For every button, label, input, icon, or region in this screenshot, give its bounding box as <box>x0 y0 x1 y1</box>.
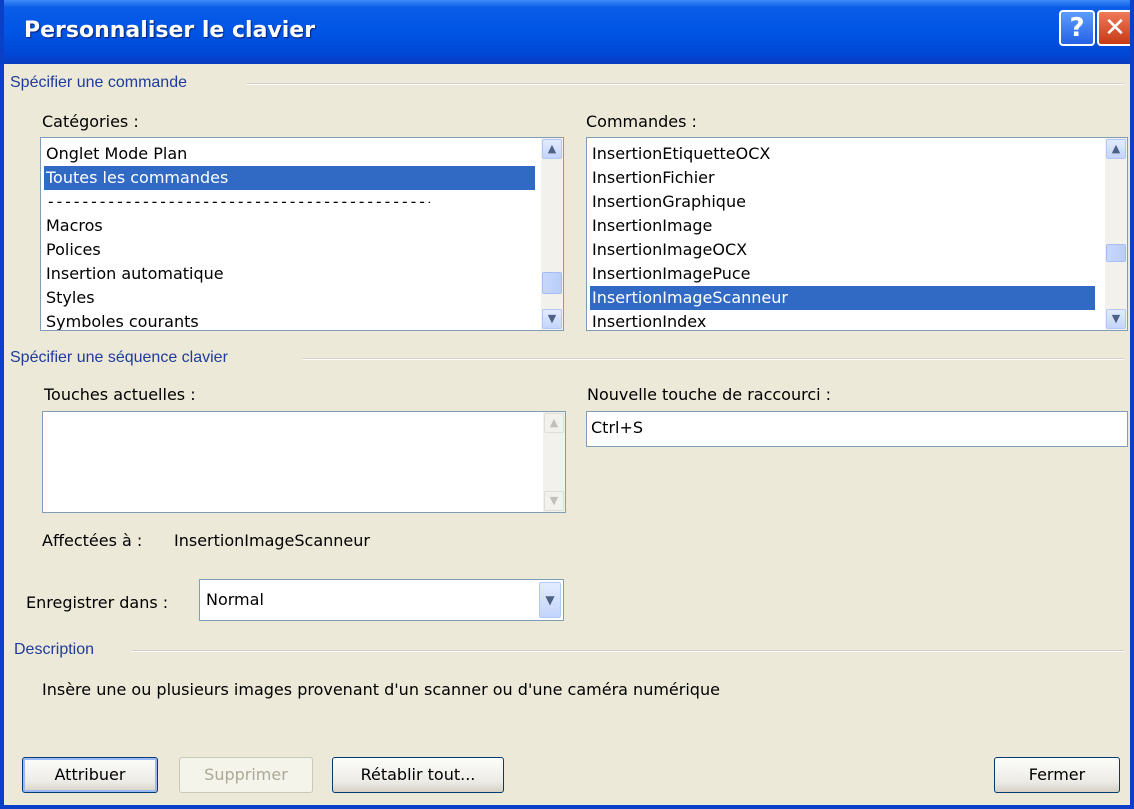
category-item[interactable]: Symboles courants <box>44 310 199 330</box>
scroll-down-icon[interactable]: ▼ <box>542 309 562 329</box>
category-item[interactable]: Insertion automatique <box>44 262 224 286</box>
command-item[interactable]: InsertionImage <box>590 214 712 238</box>
save-in-select[interactable]: Normal ▼ <box>199 579 564 621</box>
new-shortcut-input[interactable]: Ctrl+S <box>586 411 1128 447</box>
categories-label: Catégories : <box>42 112 139 131</box>
command-item-selected[interactable]: InsertionImageScanneur <box>590 286 1095 310</box>
scroll-thumb[interactable] <box>1106 244 1126 262</box>
key-section-heading: Spécifier une séquence clavier <box>10 349 228 366</box>
command-item[interactable]: InsertionEtiquetteOCX <box>590 142 770 166</box>
categories-listbox[interactable]: Onglet Mode Plan Toutes les commandes --… <box>40 137 564 331</box>
scroll-down-icon[interactable]: ▼ <box>1106 309 1126 329</box>
save-in-label: Enregistrer dans : <box>26 593 169 612</box>
save-in-value: Normal <box>206 590 264 609</box>
scroll-up-icon[interactable]: ▲ <box>1106 139 1126 159</box>
command-section-divider <box>247 83 1124 85</box>
customize-keyboard-dialog: Personnaliser le clavier ? ✕ Spécifier u… <box>0 0 1134 809</box>
command-section-heading: Spécifier une commande <box>10 74 187 91</box>
command-item[interactable]: InsertionIndex <box>590 310 706 330</box>
command-item[interactable]: InsertionGraphique <box>590 190 746 214</box>
description-divider <box>132 650 1124 652</box>
assign-button[interactable]: Attribuer <box>22 757 158 793</box>
commands-listbox[interactable]: InsertionEtiquetteOCX InsertionFichier I… <box>586 137 1128 331</box>
category-item[interactable]: Onglet Mode Plan <box>44 142 187 166</box>
scroll-thumb[interactable] <box>542 272 562 294</box>
scroll-up-icon: ▲ <box>544 413 564 433</box>
key-section-divider <box>303 358 1124 360</box>
description-text: Insère une ou plusieurs images provenant… <box>42 680 720 699</box>
remove-button: Supprimer <box>179 757 313 793</box>
categories-scrollbar[interactable]: ▲ ▼ <box>541 138 563 330</box>
close-button[interactable]: Fermer <box>994 757 1120 793</box>
help-icon: ? <box>1069 13 1085 43</box>
scroll-down-icon: ▼ <box>544 491 564 511</box>
category-item-selected[interactable]: Toutes les commandes <box>44 166 535 190</box>
assigned-to-value: InsertionImageScanneur <box>174 531 370 550</box>
description-heading: Description <box>14 641 95 658</box>
commands-scrollbar[interactable]: ▲ ▼ <box>1105 138 1127 330</box>
command-item[interactable]: InsertionFichier <box>590 166 715 190</box>
close-icon: ✕ <box>1104 13 1126 43</box>
help-button[interactable]: ? <box>1059 10 1095 46</box>
title-bar[interactable]: Personnaliser le clavier ? ✕ <box>4 0 1130 64</box>
reset-all-button[interactable]: Rétablir tout... <box>332 757 504 793</box>
category-item[interactable]: Styles <box>44 286 95 310</box>
new-key-label: Nouvelle touche de raccourci : <box>587 385 832 404</box>
category-separator: ----------------------------------------… <box>46 192 430 211</box>
commands-label: Commandes : <box>586 112 697 131</box>
category-item[interactable]: Polices <box>44 238 101 262</box>
current-keys-label: Touches actuelles : <box>44 385 196 404</box>
dialog-title: Personnaliser le clavier <box>24 18 316 43</box>
scroll-up-icon[interactable]: ▲ <box>542 139 562 159</box>
close-window-button[interactable]: ✕ <box>1097 10 1130 46</box>
category-item[interactable]: Macros <box>44 214 103 238</box>
current-keys-scrollbar: ▲ ▼ <box>543 412 565 512</box>
current-keys-listbox[interactable]: ▲ ▼ <box>42 411 566 513</box>
assigned-to-label: Affectées à : <box>42 531 143 550</box>
command-item[interactable]: InsertionImageOCX <box>590 238 747 262</box>
command-item[interactable]: InsertionImagePuce <box>590 262 751 286</box>
chevron-down-icon[interactable]: ▼ <box>539 582 561 618</box>
